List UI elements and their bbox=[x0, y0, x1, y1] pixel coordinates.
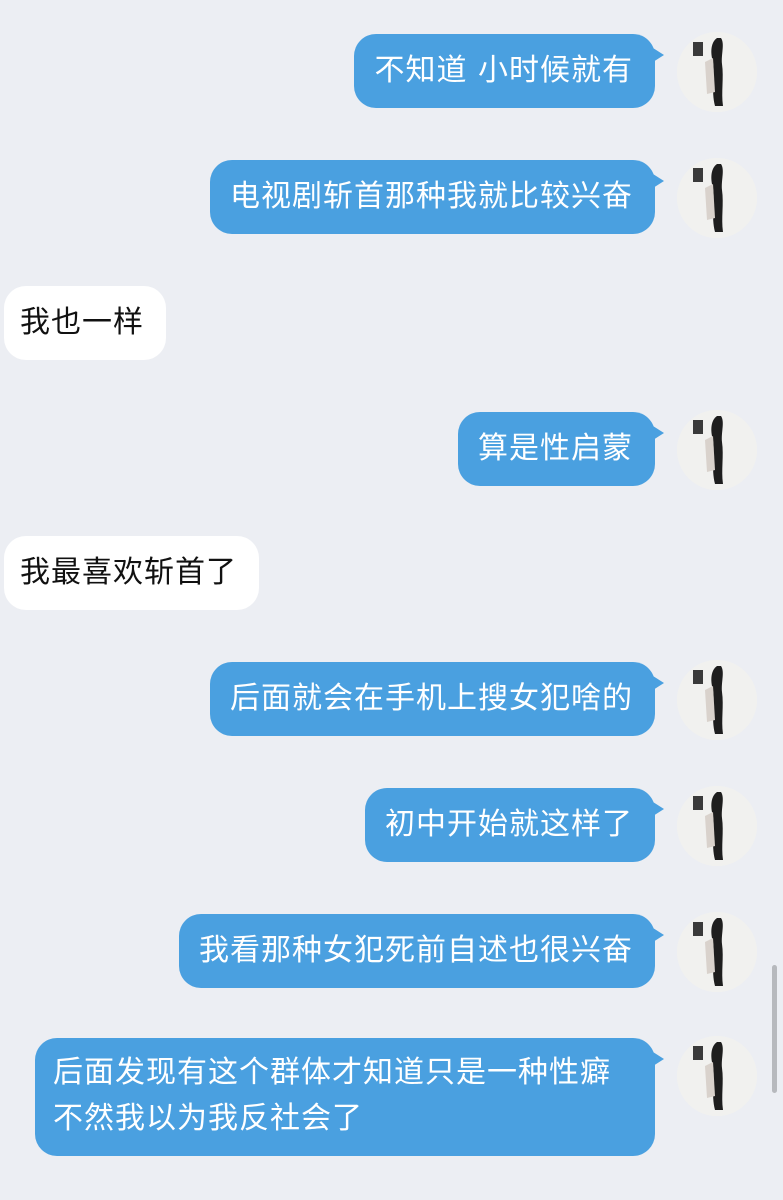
received-message-bubble[interactable]: 我最喜欢斩首了 bbox=[4, 536, 259, 610]
bubble-tail bbox=[653, 802, 664, 816]
user-avatar-icon[interactable] bbox=[677, 158, 757, 238]
user-avatar-icon[interactable] bbox=[677, 660, 757, 740]
message-text: 后面发现有这个群体才知道只是一种性癖 不然我以为我反社会了 bbox=[53, 1055, 611, 1136]
sent-message-bubble[interactable]: 后面发现有这个群体才知道只是一种性癖 不然我以为我反社会了 bbox=[35, 1038, 664, 1156]
bubble-tail bbox=[653, 928, 664, 942]
user-avatar-icon[interactable] bbox=[677, 410, 757, 490]
user-avatar-icon[interactable] bbox=[677, 912, 757, 992]
chat-conversation: 不知道 小时候就有 电视剧斩首那种我就比较兴奋 我也一样 算是性启蒙 我最喜欢斩… bbox=[0, 0, 783, 1200]
scrollbar[interactable] bbox=[772, 965, 777, 1093]
received-message-bubble[interactable]: 我也一样 bbox=[4, 286, 166, 360]
sent-message-bubble[interactable]: 算是性启蒙 bbox=[458, 412, 664, 486]
sent-message-bubble[interactable]: 初中开始就这样了 bbox=[365, 788, 664, 862]
sent-message-bubble[interactable]: 电视剧斩首那种我就比较兴奋 bbox=[210, 160, 664, 234]
message-text: 我看那种女犯死前自述也很兴奋 bbox=[199, 933, 633, 968]
message-text: 我最喜欢斩首了 bbox=[20, 555, 237, 590]
bubble-tail bbox=[653, 1052, 664, 1066]
sent-message-bubble[interactable]: 不知道 小时候就有 bbox=[354, 34, 664, 108]
bubble-tail bbox=[653, 174, 664, 188]
message-text: 算是性启蒙 bbox=[478, 431, 633, 466]
bubble-tail bbox=[653, 426, 664, 440]
sent-message-bubble[interactable]: 我看那种女犯死前自述也很兴奋 bbox=[179, 914, 664, 988]
bubble-tail bbox=[653, 48, 664, 62]
user-avatar-icon[interactable] bbox=[677, 32, 757, 112]
message-text: 我也一样 bbox=[20, 305, 144, 340]
message-text: 电视剧斩首那种我就比较兴奋 bbox=[230, 179, 633, 214]
user-avatar-icon[interactable] bbox=[677, 1036, 757, 1116]
message-text: 初中开始就这样了 bbox=[385, 807, 633, 842]
sent-message-bubble[interactable]: 后面就会在手机上搜女犯啥的 bbox=[210, 662, 664, 736]
user-avatar-icon[interactable] bbox=[677, 786, 757, 866]
bubble-tail bbox=[653, 676, 664, 690]
message-text: 后面就会在手机上搜女犯啥的 bbox=[230, 681, 633, 716]
message-text: 不知道 小时候就有 bbox=[374, 53, 633, 88]
